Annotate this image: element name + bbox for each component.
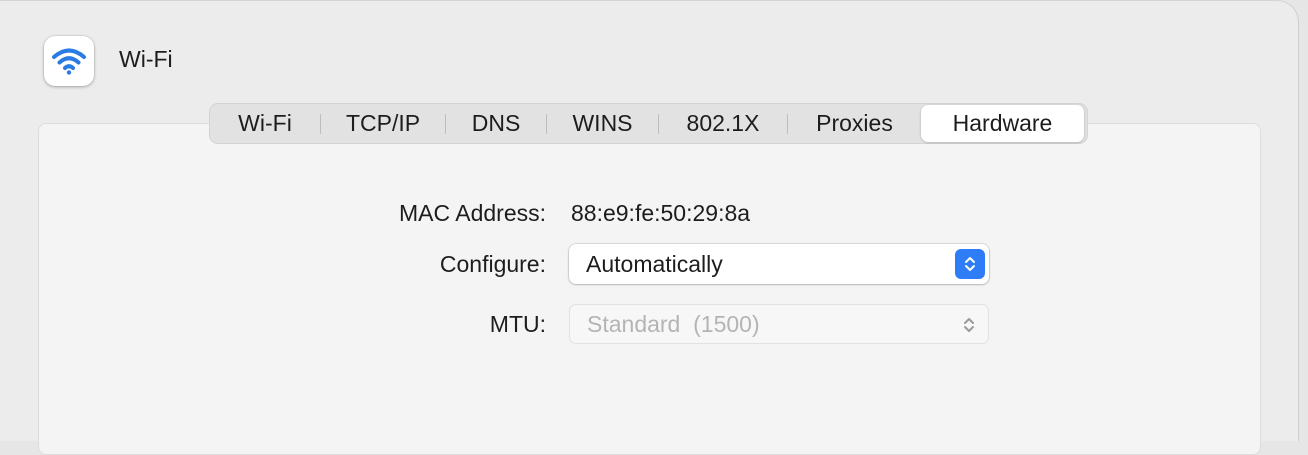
tab-8021x[interactable]: 802.1X [659, 105, 787, 142]
chevron-updown-icon [955, 249, 985, 279]
mtu-label: MTU: [489, 311, 546, 337]
tab-bar: Wi-Fi TCP/IP DNS WINS 802.1X Proxies Har… [209, 103, 1088, 144]
mac-address-value: 88:e9:fe:50:29:8a [571, 200, 751, 226]
tab-wifi[interactable]: Wi-Fi [210, 105, 320, 142]
mac-address-label: MAC Address: [399, 200, 546, 226]
wifi-app-icon [44, 36, 94, 86]
configure-label: Configure: [439, 251, 546, 277]
mtu-select[interactable]: Standard (1500) [569, 304, 989, 344]
chevron-updown-icon [954, 310, 984, 340]
page-title: Wi-Fi [119, 46, 173, 72]
wifi-icon [52, 48, 86, 75]
tab-proxies[interactable]: Proxies [788, 105, 921, 142]
tab-tcpip[interactable]: TCP/IP [321, 105, 445, 142]
configure-select[interactable]: Automatically [569, 244, 989, 284]
mtu-select-value: Standard (1500) [587, 310, 760, 337]
tab-wins[interactable]: WINS [547, 105, 658, 142]
hardware-panel [38, 123, 1261, 455]
tab-hardware[interactable]: Hardware [921, 105, 1084, 142]
tab-dns[interactable]: DNS [446, 105, 546, 142]
configure-select-value: Automatically [586, 250, 723, 277]
window: Wi-Fi Wi-Fi TCP/IP DNS WINS 802.1X Proxi… [0, 0, 1299, 455]
